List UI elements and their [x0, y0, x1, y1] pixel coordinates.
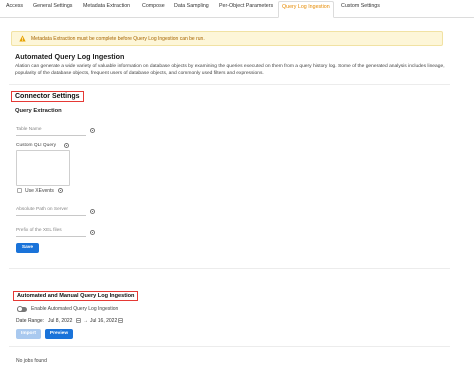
divider	[9, 268, 450, 269]
enable-automated-qli-toggle[interactable]	[17, 306, 27, 312]
absolute-path-input[interactable]	[16, 215, 86, 216]
save-button[interactable]: Save	[16, 243, 39, 253]
tab-data-sampling[interactable]: Data Sampling	[174, 3, 209, 9]
tab-per-object-parameters[interactable]: Per-Object Parameters	[219, 3, 273, 9]
info-icon[interactable]	[58, 188, 63, 193]
connector-settings-heading: Connector Settings	[11, 91, 84, 102]
preview-button[interactable]: Preview	[45, 329, 73, 339]
import-button[interactable]: Import	[16, 329, 41, 339]
divider	[9, 346, 450, 347]
info-icon[interactable]	[90, 230, 95, 235]
xel-prefix-input[interactable]	[16, 236, 86, 237]
page-description: Alation can generate a wide variety of v…	[15, 64, 445, 76]
table-name-label: Table Name	[16, 127, 42, 132]
tab-general-settings[interactable]: General Settings	[33, 3, 72, 9]
table-name-input[interactable]	[16, 135, 86, 136]
tab-query-log-ingestion[interactable]: Query Log Ingestion	[278, 1, 334, 18]
tab-compose[interactable]: Compose	[142, 3, 165, 9]
page-title: Automated Query Log Ingestion	[15, 52, 125, 61]
date-separator: →	[83, 318, 88, 324]
info-icon[interactable]	[90, 209, 95, 214]
date-start[interactable]: Jul 8, 2022	[48, 318, 72, 324]
divider	[9, 84, 450, 85]
use-xevents-label: Use XEvents	[25, 188, 54, 194]
date-end[interactable]: Jul 16, 2022	[90, 318, 117, 324]
absolute-path-label: Absolute Path on Server	[16, 207, 68, 212]
custom-qli-query-label: Custom QLI Query	[16, 143, 56, 148]
query-extraction-subheading: Query Extraction	[15, 108, 62, 114]
calendar-icon[interactable]	[118, 318, 123, 323]
alert-text: Metadata Extraction must be complete bef…	[31, 36, 205, 42]
toggle-knob	[17, 306, 23, 312]
tab-access[interactable]: Access	[6, 3, 23, 9]
enable-automated-qli-label: Enable Automated Query Log Ingestion	[31, 306, 119, 312]
tab-bar: Access General Settings Metadata Extract…	[0, 0, 474, 18]
custom-qli-query-textarea[interactable]	[16, 150, 70, 186]
date-range-label: Date Range:	[16, 318, 45, 324]
no-jobs-text: No jobs found	[16, 358, 47, 364]
info-icon[interactable]	[64, 143, 69, 148]
info-icon[interactable]	[90, 128, 95, 133]
tab-metadata-extraction[interactable]: Metadata Extraction	[83, 3, 130, 9]
warning-icon	[19, 35, 26, 42]
automated-manual-qli-heading: Automated and Manual Query Log Ingestion	[13, 291, 139, 301]
warning-alert: Metadata Extraction must be complete bef…	[11, 31, 443, 46]
tab-custom-settings[interactable]: Custom Settings	[341, 3, 380, 9]
calendar-icon[interactable]	[76, 318, 81, 323]
use-xevents-checkbox[interactable]	[17, 188, 22, 193]
xel-prefix-label: Prefix of the XEL files	[16, 228, 62, 233]
